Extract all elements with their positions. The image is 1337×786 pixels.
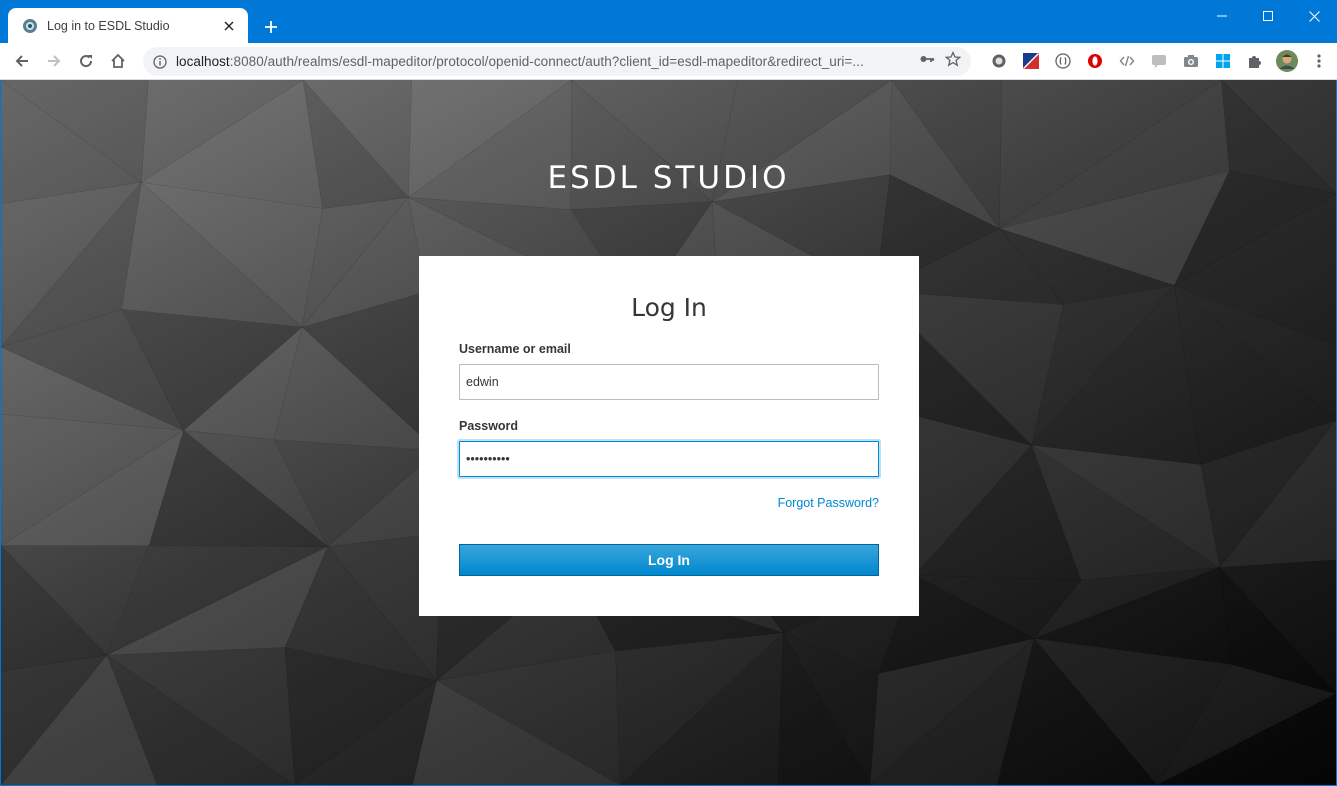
login-page: ESDL STUDIO Log In Username or email Pas… [1, 80, 1336, 785]
username-label: Username or email [459, 342, 571, 356]
forgot-row: Forgot Password? [459, 494, 879, 510]
password-input[interactable] [459, 441, 879, 477]
extension-flag-icon[interactable] [1015, 49, 1047, 73]
browser-menu-icon[interactable] [1303, 49, 1335, 73]
forward-icon[interactable] [38, 45, 70, 77]
brand-title: ESDL STUDIO [547, 160, 790, 196]
browser-tab[interactable]: Log in to ESDL Studio [8, 8, 248, 43]
site-info-icon[interactable] [152, 54, 168, 70]
profile-avatar[interactable] [1271, 49, 1303, 73]
extension-camera-icon[interactable] [1175, 49, 1207, 73]
tab-title: Log in to ESDL Studio [47, 18, 170, 33]
back-icon[interactable] [6, 45, 38, 77]
maximize-icon[interactable] [1245, 0, 1291, 32]
forgot-password-link[interactable]: Forgot Password? [778, 496, 879, 510]
extensions-puzzle-icon[interactable] [1239, 49, 1271, 73]
esdl-favicon-icon [22, 18, 38, 34]
extension-chat-icon[interactable] [1143, 49, 1175, 73]
bookmark-star-icon[interactable] [944, 50, 962, 72]
reload-icon[interactable] [70, 45, 102, 77]
extension-windows-icon[interactable] [1207, 49, 1239, 73]
password-label: Password [459, 419, 519, 433]
extension-opera-icon[interactable] [1079, 49, 1111, 73]
tab-close-icon[interactable] [220, 17, 238, 35]
new-tab-icon[interactable] [259, 15, 283, 39]
browser-toolbar: localhost:8080/auth/realms/esdl-mapedito… [0, 43, 1337, 80]
url-text[interactable]: localhost:8080/auth/realms/esdl-mapedito… [176, 54, 919, 69]
window-controls [1199, 0, 1337, 32]
url-path: :8080/auth/realms/esdl-mapeditor/protoco… [229, 54, 864, 69]
extensions-row [983, 49, 1335, 73]
extension-code-icon[interactable] [1111, 49, 1143, 73]
login-button[interactable]: Log In [459, 544, 879, 576]
url-host: localhost [176, 54, 230, 69]
close-window-icon[interactable] [1291, 0, 1337, 32]
extension-circle-icon[interactable] [983, 49, 1015, 73]
address-bar[interactable]: localhost:8080/auth/realms/esdl-mapedito… [143, 47, 971, 76]
browser-titlebar: Log in to ESDL Studio [0, 0, 1337, 43]
key-icon[interactable] [919, 51, 935, 72]
minimize-icon[interactable] [1199, 0, 1245, 32]
extension-braces-icon[interactable] [1047, 49, 1079, 73]
username-input[interactable] [459, 364, 879, 400]
login-card: Log In Username or email Password Forgot… [419, 256, 919, 616]
login-heading: Log In [631, 293, 707, 322]
home-icon[interactable] [102, 45, 134, 77]
